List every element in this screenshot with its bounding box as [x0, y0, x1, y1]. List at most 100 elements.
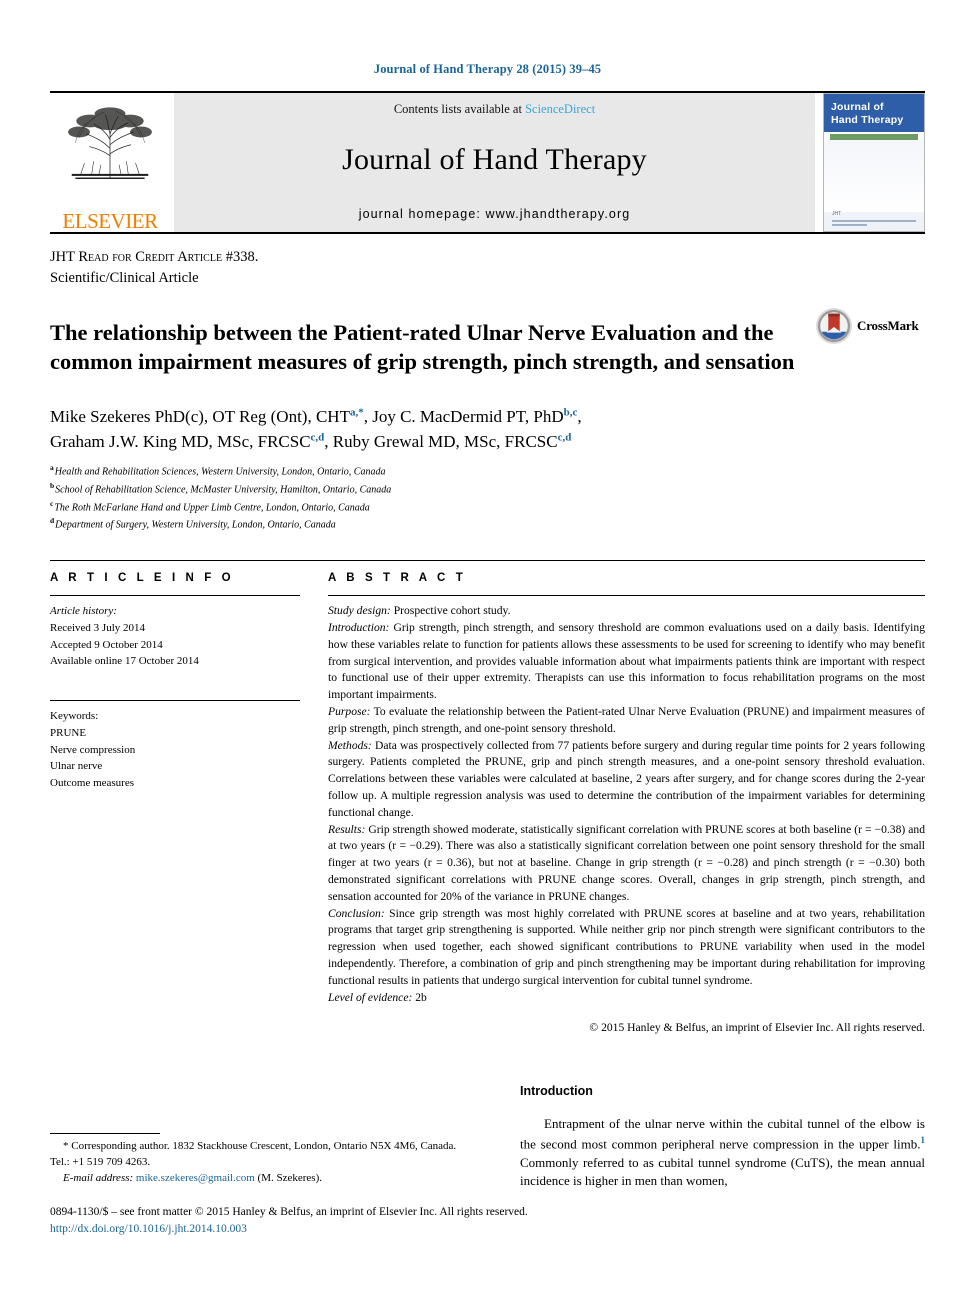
abstract-study-design: Study design: Prospective cohort study. [328, 603, 925, 620]
affiliation-item: cThe Roth McFarlane Hand and Upper Limb … [50, 498, 925, 516]
citation-ref-1[interactable]: 1 [921, 1135, 926, 1145]
article-history-label: Article history: [50, 605, 117, 618]
introduction-heading: Introduction [520, 1084, 593, 1099]
abstract-heading: A B S T R A C T [328, 572, 467, 585]
sciencedirect-link[interactable]: ScienceDirect [525, 102, 595, 116]
email-label: E-mail address: [63, 1171, 134, 1184]
introduction-paragraph: Entrapment of the ulnar nerve within the… [520, 1115, 925, 1190]
affiliation-item: dDepartment of Surgery, Western Universi… [50, 515, 925, 533]
affiliation-item: bSchool of Rehabilitation Science, McMas… [50, 480, 925, 498]
affiliation-marker: a [50, 462, 54, 472]
abstract-study-design-label: Study design: [328, 604, 391, 618]
author-3: Graham J.W. King MD, MSc, FRCSC [50, 431, 311, 451]
email-link[interactable]: mike.szekeres@gmail.com [136, 1172, 255, 1184]
journal-banner: Contents lists available at ScienceDirec… [174, 93, 815, 232]
article-info-heading: A R T I C L E I N F O [50, 572, 235, 585]
abstract-conclusion-label: Conclusion: [328, 906, 385, 920]
contents-prefix: Contents lists available at [393, 102, 526, 116]
affiliation-marker: b [50, 480, 55, 490]
abstract-conclusion: Conclusion: Since grip strength was most… [328, 906, 925, 990]
crossmark-badge[interactable]: CrossMark [815, 303, 925, 345]
author-line-1: Mike Szekeres PhD(c), OT Reg (Ont), CHTa… [50, 404, 925, 429]
elsevier-logo: ELSEVIER [50, 93, 170, 232]
author-1-affiliation-mark: a,* [349, 406, 364, 418]
author-line-1-tail: , [577, 406, 582, 426]
article-credit-caps: Read for Credit Article #338. [78, 249, 259, 265]
author-2-affiliation-mark: b,c [563, 406, 578, 418]
affiliation-text: Health and Rehabilitation Sciences, West… [54, 466, 386, 478]
abstract-copyright: © 2015 Hanley & Belfus, an imprint of El… [589, 1021, 925, 1035]
abstract-level-label: Level of evidence: [328, 990, 413, 1004]
cover-footer: JHT [832, 210, 916, 226]
masthead: ELSEVIER Contents lists available at Sci… [50, 91, 925, 232]
article-accepted: Accepted 9 October 2014 [50, 638, 163, 651]
abstract-methods: Methods: Data was prospectively collecte… [328, 738, 925, 822]
abstract-level-text: 2b [412, 990, 427, 1004]
cover-footer-rule-2 [832, 224, 868, 226]
introduction-text-b: Commonly referred to as cubital tunnel s… [520, 1154, 925, 1189]
abstract-methods-label: Methods: [328, 738, 372, 752]
affiliation-item: aHealth and Rehabilitation Sciences, Wes… [50, 462, 925, 480]
info-abstract-section: A R T I C L E I N F O Article history: R… [50, 560, 925, 1034]
article-credit-prefix: JHT [50, 249, 79, 265]
journal-homepage[interactable]: journal homepage: www.jhandtherapy.org [174, 207, 815, 221]
masthead-bottom-rule [50, 232, 925, 234]
doi-link[interactable]: http://dx.doi.org/10.1016/j.jht.2014.10.… [50, 1221, 930, 1238]
keyword-item: Nerve compression [50, 743, 136, 756]
cover-title-line2: Hand Therapy [831, 113, 904, 126]
affiliation-text: The Roth McFarlane Hand and Upper Limb C… [54, 501, 370, 513]
keyword-item: Outcome measures [50, 777, 134, 790]
cover-footer-rule-1 [832, 220, 916, 222]
article-available-online: Available online 17 October 2014 [50, 655, 199, 668]
author-line-2: Graham J.W. King MD, MSc, FRCSCc,d, Ruby… [50, 429, 925, 454]
footnote-rule [50, 1133, 160, 1134]
abstract-results: Results: Grip strength showed moderate, … [328, 822, 925, 906]
article-credit-line: JHT Read for Credit Article #338. [50, 247, 925, 268]
keywords-rule [50, 700, 300, 702]
author-2: , Joy C. MacDermid PT, PhD [363, 406, 564, 426]
keywords-label: Keywords: [50, 710, 99, 723]
abstract-results-text: Grip strength showed moderate, statistic… [328, 822, 925, 903]
article-info-column: A R T I C L E I N F O Article history: R… [50, 572, 324, 1034]
journal-article-page: Journal of Hand Therapy 28 (2015) 39–45 [0, 0, 975, 1305]
issn-copyright-line: 0894-1130/$ – see front matter © 2015 Ha… [50, 1206, 528, 1218]
keyword-item: Ulnar nerve [50, 760, 103, 773]
affiliation-text: School of Rehabilitation Science, McMast… [55, 484, 392, 496]
abstract-level-of-evidence: Level of evidence: 2b [328, 990, 925, 1007]
body-column-right: Introduction Entrapment of the ulnar ner… [502, 1084, 925, 1274]
elsevier-tree-icon [68, 107, 152, 179]
article-info-rule [50, 595, 300, 597]
crossmark-icon [815, 307, 853, 345]
elsevier-wordmark: ELSEVIER [62, 209, 158, 233]
author-3-affiliation-mark: c,d [310, 431, 325, 444]
corresponding-author-note: * Corresponding author. 1832 Stackhouse … [50, 1140, 457, 1168]
cover-title: Journal of Hand Therapy [824, 94, 924, 132]
abstract-results-label: Results: [328, 822, 366, 836]
affiliation-marker: d [50, 516, 55, 526]
article-received: Received 3 July 2014 [50, 622, 146, 634]
cover-footer-label: JHT [832, 210, 842, 217]
keyword-item: PRUNE [50, 726, 87, 739]
affiliation-text: Department of Surgery, Western Universit… [55, 519, 336, 531]
abstract-introduction-label: Introduction: [328, 621, 390, 635]
email-suffix: (M. Szekeres). [254, 1171, 322, 1184]
email-note: E-mail address: mike.szekeres@gmail.com … [50, 1171, 470, 1187]
abstract-introduction: Introduction: Grip strength, pinch stren… [328, 620, 925, 704]
journal-title: Journal of Hand Therapy [342, 143, 647, 176]
running-head: Journal of Hand Therapy 28 (2015) 39–45 [373, 62, 602, 76]
abstract-study-design-text: Prospective cohort study. [390, 604, 511, 618]
contents-available-line: Contents lists available at ScienceDirec… [174, 102, 815, 117]
crossmark-label: CrossMark [857, 318, 919, 334]
abstract-purpose-text: To evaluate the relationship between the… [328, 705, 925, 735]
article-history: Article history: Received 3 July 2014 Ac… [50, 603, 300, 670]
introduction-text-a: Entrapment of the ulnar nerve within the… [520, 1116, 925, 1152]
abstract-introduction-text: Grip strength, pinch strength, and senso… [328, 621, 925, 702]
author-1: Mike Szekeres PhD(c), OT Reg (Ont), CHT [50, 406, 350, 426]
author-4: , Ruby Grewal MD, MSc, FRCSC [324, 431, 558, 451]
affiliation-marker: c [50, 498, 54, 508]
abstract-rule [328, 595, 925, 597]
author-4-affiliation-mark: c,d [557, 431, 572, 444]
title-row: The relationship between the Patient-rat… [50, 303, 925, 392]
abstract-column: A B S T R A C T Study design: Prospectiv… [324, 572, 925, 1034]
abstract-purpose: Purpose: To evaluate the relationship be… [328, 704, 925, 738]
